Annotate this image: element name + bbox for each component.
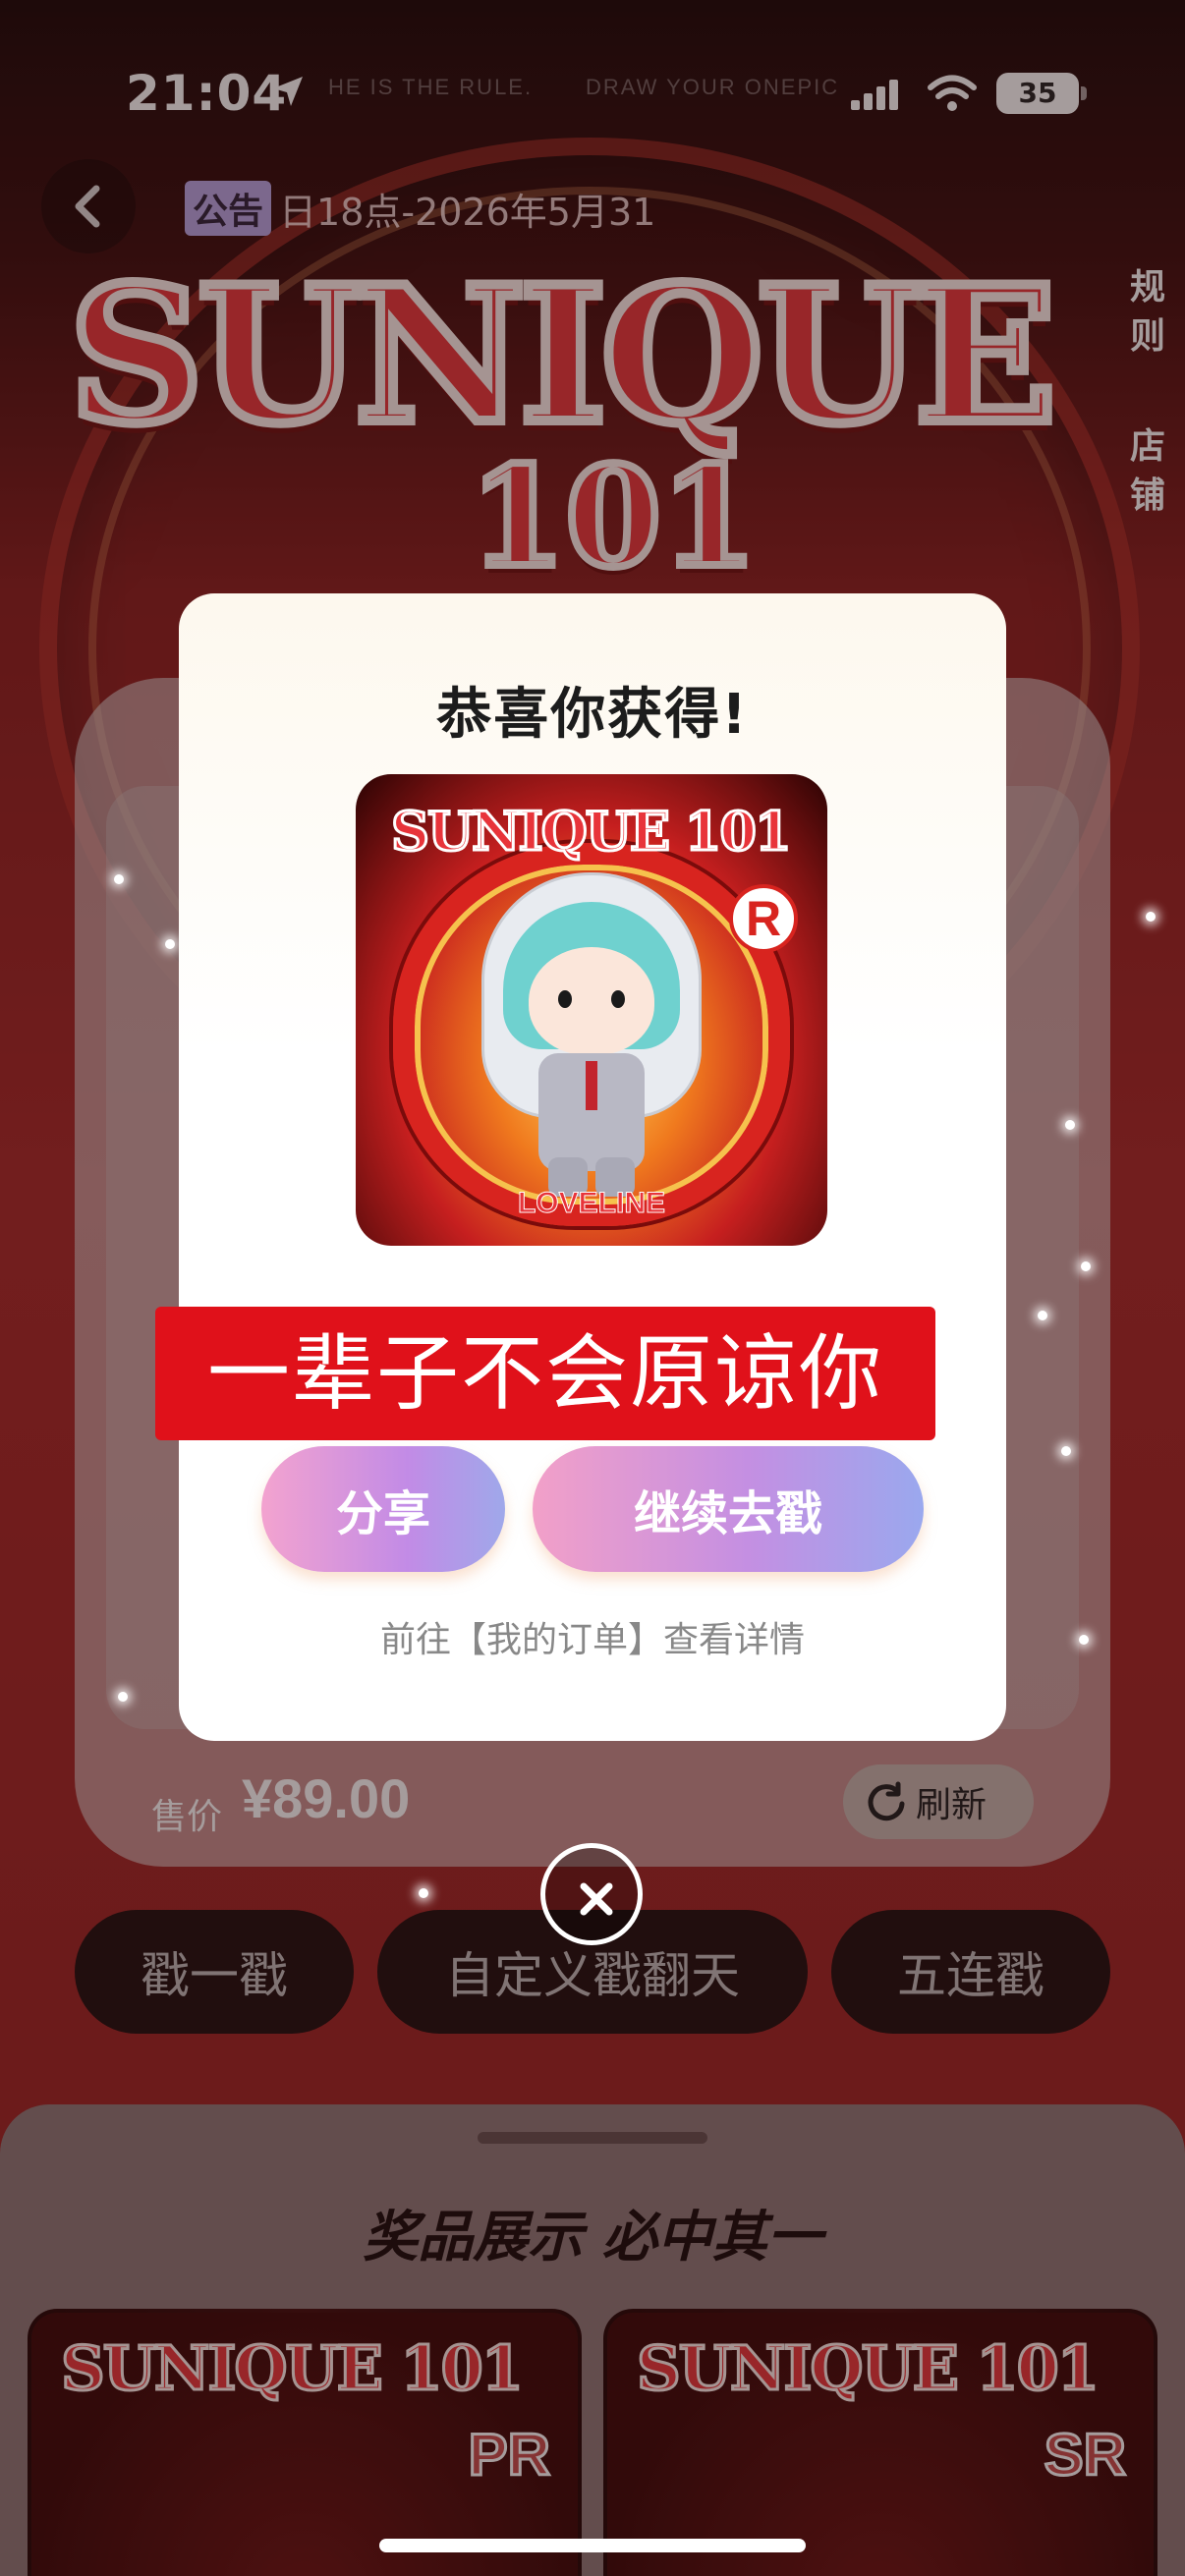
sparkle bbox=[165, 939, 175, 949]
sparkle bbox=[1146, 912, 1156, 922]
sparkle bbox=[1081, 1261, 1091, 1271]
sparkle bbox=[419, 1888, 428, 1898]
rarity-badge: R bbox=[729, 884, 798, 953]
sparkle bbox=[1065, 1120, 1075, 1130]
prize-image-logo: SUNIQUE 101 bbox=[390, 799, 794, 865]
sparkle bbox=[118, 1692, 128, 1702]
close-dialog-button[interactable] bbox=[540, 1843, 643, 1945]
sparkle bbox=[1038, 1311, 1047, 1320]
figure-tie bbox=[586, 1061, 597, 1110]
prize-image: SUNIQUE 101 R LOVELINE bbox=[356, 774, 827, 1246]
figure-face bbox=[529, 947, 654, 1055]
figure-eye bbox=[611, 990, 625, 1008]
prize-image-caption: LOVELINE bbox=[517, 1187, 665, 1220]
share-button[interactable]: 分享 bbox=[261, 1446, 505, 1572]
dialog-title: 恭喜你获得! bbox=[436, 683, 749, 747]
sticker-banner: 一辈子不会原谅你 bbox=[155, 1307, 935, 1440]
sparkle bbox=[1079, 1635, 1089, 1645]
continue-poking-button[interactable]: 继续去戳 bbox=[533, 1446, 924, 1572]
sparkle bbox=[1061, 1446, 1071, 1456]
figure-eye bbox=[558, 990, 572, 1008]
sparkle bbox=[114, 874, 124, 884]
close-icon bbox=[580, 1882, 613, 1916]
order-hint-link[interactable]: 前往【我的订单】查看详情 bbox=[179, 1611, 1006, 1662]
home-indicator[interactable] bbox=[379, 2539, 806, 2552]
